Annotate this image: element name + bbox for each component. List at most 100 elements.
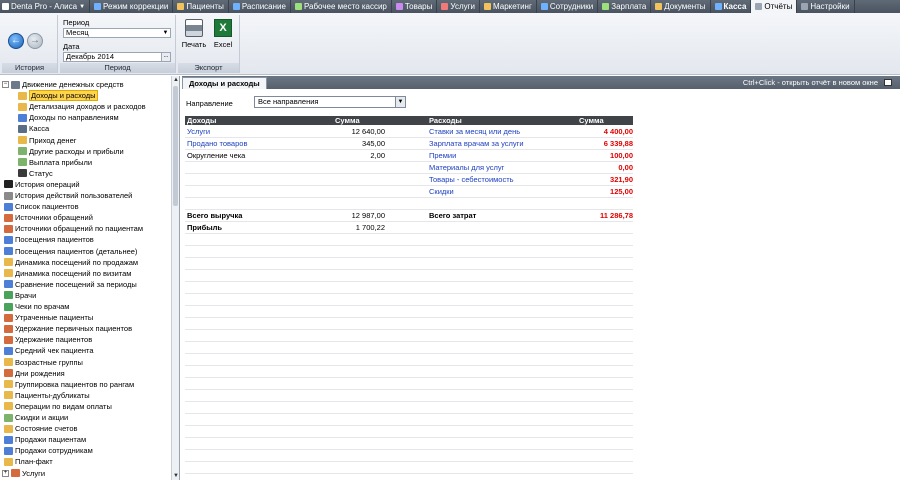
tab-1[interactable]: Режим коррекции xyxy=(90,0,174,13)
income-item[interactable]: Услуги xyxy=(187,127,210,137)
direction-select[interactable]: Все направления ▼ xyxy=(254,96,406,108)
tree-item[interactable]: Дни рождения xyxy=(2,368,65,379)
tree-item[interactable]: Детализация доходов и расходов xyxy=(18,101,146,112)
tab-7[interactable]: Маркетинг xyxy=(480,0,537,13)
report-icon xyxy=(18,158,27,167)
tree-item[interactable]: Пациенты-дубликаты xyxy=(2,390,90,401)
tree-item[interactable]: Удержание первичных пациентов xyxy=(2,323,132,334)
tree-item[interactable]: Приход денег xyxy=(18,135,76,146)
tab-12[interactable]: Отчёты xyxy=(751,0,798,13)
tree-item[interactable]: Другие расходы и прибыли xyxy=(18,146,124,157)
tab-4[interactable]: Рабочее место кассир xyxy=(291,0,392,13)
chevron-down-icon[interactable]: ▼ xyxy=(79,4,85,10)
tree-item[interactable]: Врачи xyxy=(2,290,36,301)
expense-item[interactable]: Товары - себестоимость xyxy=(429,175,514,185)
scroll-up-icon[interactable]: ▲ xyxy=(172,76,179,84)
tab-0[interactable]: Denta Pro - Алиса ▼ xyxy=(0,0,91,13)
table-row xyxy=(185,342,633,354)
tree-item[interactable]: Источники обращений по пациентам xyxy=(2,223,143,234)
tab-3[interactable]: Расписание xyxy=(229,0,291,13)
tree-item[interactable]: Группировка пациентов по рангам xyxy=(2,379,134,390)
income-sum: 2,00 xyxy=(370,151,385,160)
expense-item[interactable]: Ставки за месяц или день xyxy=(429,127,520,137)
tree-item[interactable]: Операции по видам оплаты xyxy=(2,401,112,412)
report-icon xyxy=(11,80,20,89)
tree-item[interactable]: Касса xyxy=(18,123,49,134)
tab-label: Отчёты xyxy=(764,2,793,11)
tab-2[interactable]: Пациенты xyxy=(173,0,229,13)
tree-item[interactable]: Динамика посещений по продажам xyxy=(2,257,138,268)
tree-item[interactable]: Доходы по направлениям xyxy=(18,112,119,123)
header-income: Доходы xyxy=(187,116,217,125)
new-window-checkbox[interactable] xyxy=(884,79,892,86)
scrollbar-thumb[interactable] xyxy=(173,86,178,206)
tree-item[interactable]: История операций xyxy=(2,179,80,190)
tree-item-label: Продажи сотрудникам xyxy=(15,446,93,456)
tree-item[interactable]: + Услуги xyxy=(2,468,45,479)
income-sum: 12 640,00 xyxy=(351,127,385,136)
excel-button[interactable]: X Excel xyxy=(210,19,236,59)
tab-income-expense[interactable]: Доходы и расходы xyxy=(182,77,267,89)
tree-item-label: Услуги xyxy=(22,468,46,478)
period-select[interactable]: Месяц ▼ xyxy=(63,28,171,38)
tree-item[interactable]: Список пациентов xyxy=(2,201,79,212)
menu-tab-icon xyxy=(395,3,403,10)
tree-item[interactable]: Источники обращений xyxy=(2,212,93,223)
tab-9[interactable]: Зарплата xyxy=(598,0,652,13)
total-income-value: 12 987,00 xyxy=(351,211,385,220)
tree-item[interactable]: Посещения пациентов (детальнее) xyxy=(2,246,137,257)
expense-item[interactable]: Скидки xyxy=(429,187,454,197)
tree-item[interactable]: История действий пользователей xyxy=(2,190,132,201)
chevron-down-icon[interactable]: ▼ xyxy=(161,29,170,37)
tree-item[interactable]: План-факт xyxy=(2,456,53,467)
menu-tab-icon xyxy=(294,3,302,10)
tree-item[interactable]: Утраченные пациенты xyxy=(2,312,93,323)
tree-item[interactable]: Доходы и расходы xyxy=(18,90,98,102)
tab-13[interactable]: Настройки xyxy=(797,0,855,13)
date-field[interactable]: Декабрь 2014 ... xyxy=(63,52,171,62)
tree-item[interactable]: Динамика посещений по визитам xyxy=(2,268,131,279)
tree-item-label: Список пациентов xyxy=(15,202,79,212)
ellipsis-icon[interactable]: ... xyxy=(161,53,170,61)
tree-scrollbar[interactable]: ▲ ▼ xyxy=(171,76,179,480)
print-button[interactable]: Печать xyxy=(181,19,207,59)
print-label: Печать xyxy=(181,40,207,49)
tree-item-label: Посещения пациентов (детальнее) xyxy=(15,246,138,256)
report-icon xyxy=(4,424,13,433)
tree-item[interactable]: Сравнение посещений за периоды xyxy=(2,279,137,290)
collapse-icon[interactable]: − xyxy=(2,81,9,88)
tree-item[interactable]: Посещения пациентов xyxy=(2,234,94,245)
expense-item[interactable]: Премии xyxy=(429,151,456,161)
tab-8[interactable]: Сотрудники xyxy=(537,0,599,13)
tree-item[interactable]: Чеки по врачам xyxy=(2,301,69,312)
tree-item[interactable]: Продажи пациентам xyxy=(2,434,86,445)
tab-10[interactable]: Документы xyxy=(651,0,711,13)
expense-item[interactable]: Материалы для услуг xyxy=(429,163,504,173)
tree-item[interactable]: Удержание пациентов xyxy=(2,334,92,345)
tree-item[interactable]: Выплата прибыли xyxy=(18,157,92,168)
export-caption: Экспорт xyxy=(178,63,239,73)
tab-6[interactable]: Услуги xyxy=(437,0,480,13)
expand-icon[interactable]: + xyxy=(2,469,9,477)
tree-item[interactable]: Скидки и акции xyxy=(2,412,68,423)
tree-item[interactable]: Состояние счетов xyxy=(2,423,78,434)
tree-item[interactable]: Продажи сотрудникам xyxy=(2,445,93,456)
tree-item[interactable]: Статус xyxy=(18,168,53,179)
tree-item-label: Врачи xyxy=(15,290,37,300)
tree-item[interactable]: Средний чек пациента xyxy=(2,345,94,356)
report-icon xyxy=(4,224,13,233)
income-item[interactable]: Продано товаров xyxy=(187,139,247,149)
table-row xyxy=(185,366,633,378)
chevron-down-icon[interactable]: ▼ xyxy=(395,97,405,107)
tab-11[interactable]: Касса xyxy=(711,0,752,13)
table-row xyxy=(185,390,633,402)
tab-5[interactable]: Товары xyxy=(392,0,438,13)
forward-button[interactable]: → xyxy=(27,33,43,49)
tree-item[interactable]: − Движение денежных средств xyxy=(2,79,124,90)
tree-item[interactable]: Возрастные группы xyxy=(2,357,83,368)
expense-item[interactable]: Зарплата врачам за услуги xyxy=(429,139,524,149)
table-row xyxy=(185,258,633,270)
back-button[interactable]: ← xyxy=(8,33,24,49)
scroll-down-icon[interactable]: ▼ xyxy=(172,472,179,480)
report-icon xyxy=(4,435,13,444)
